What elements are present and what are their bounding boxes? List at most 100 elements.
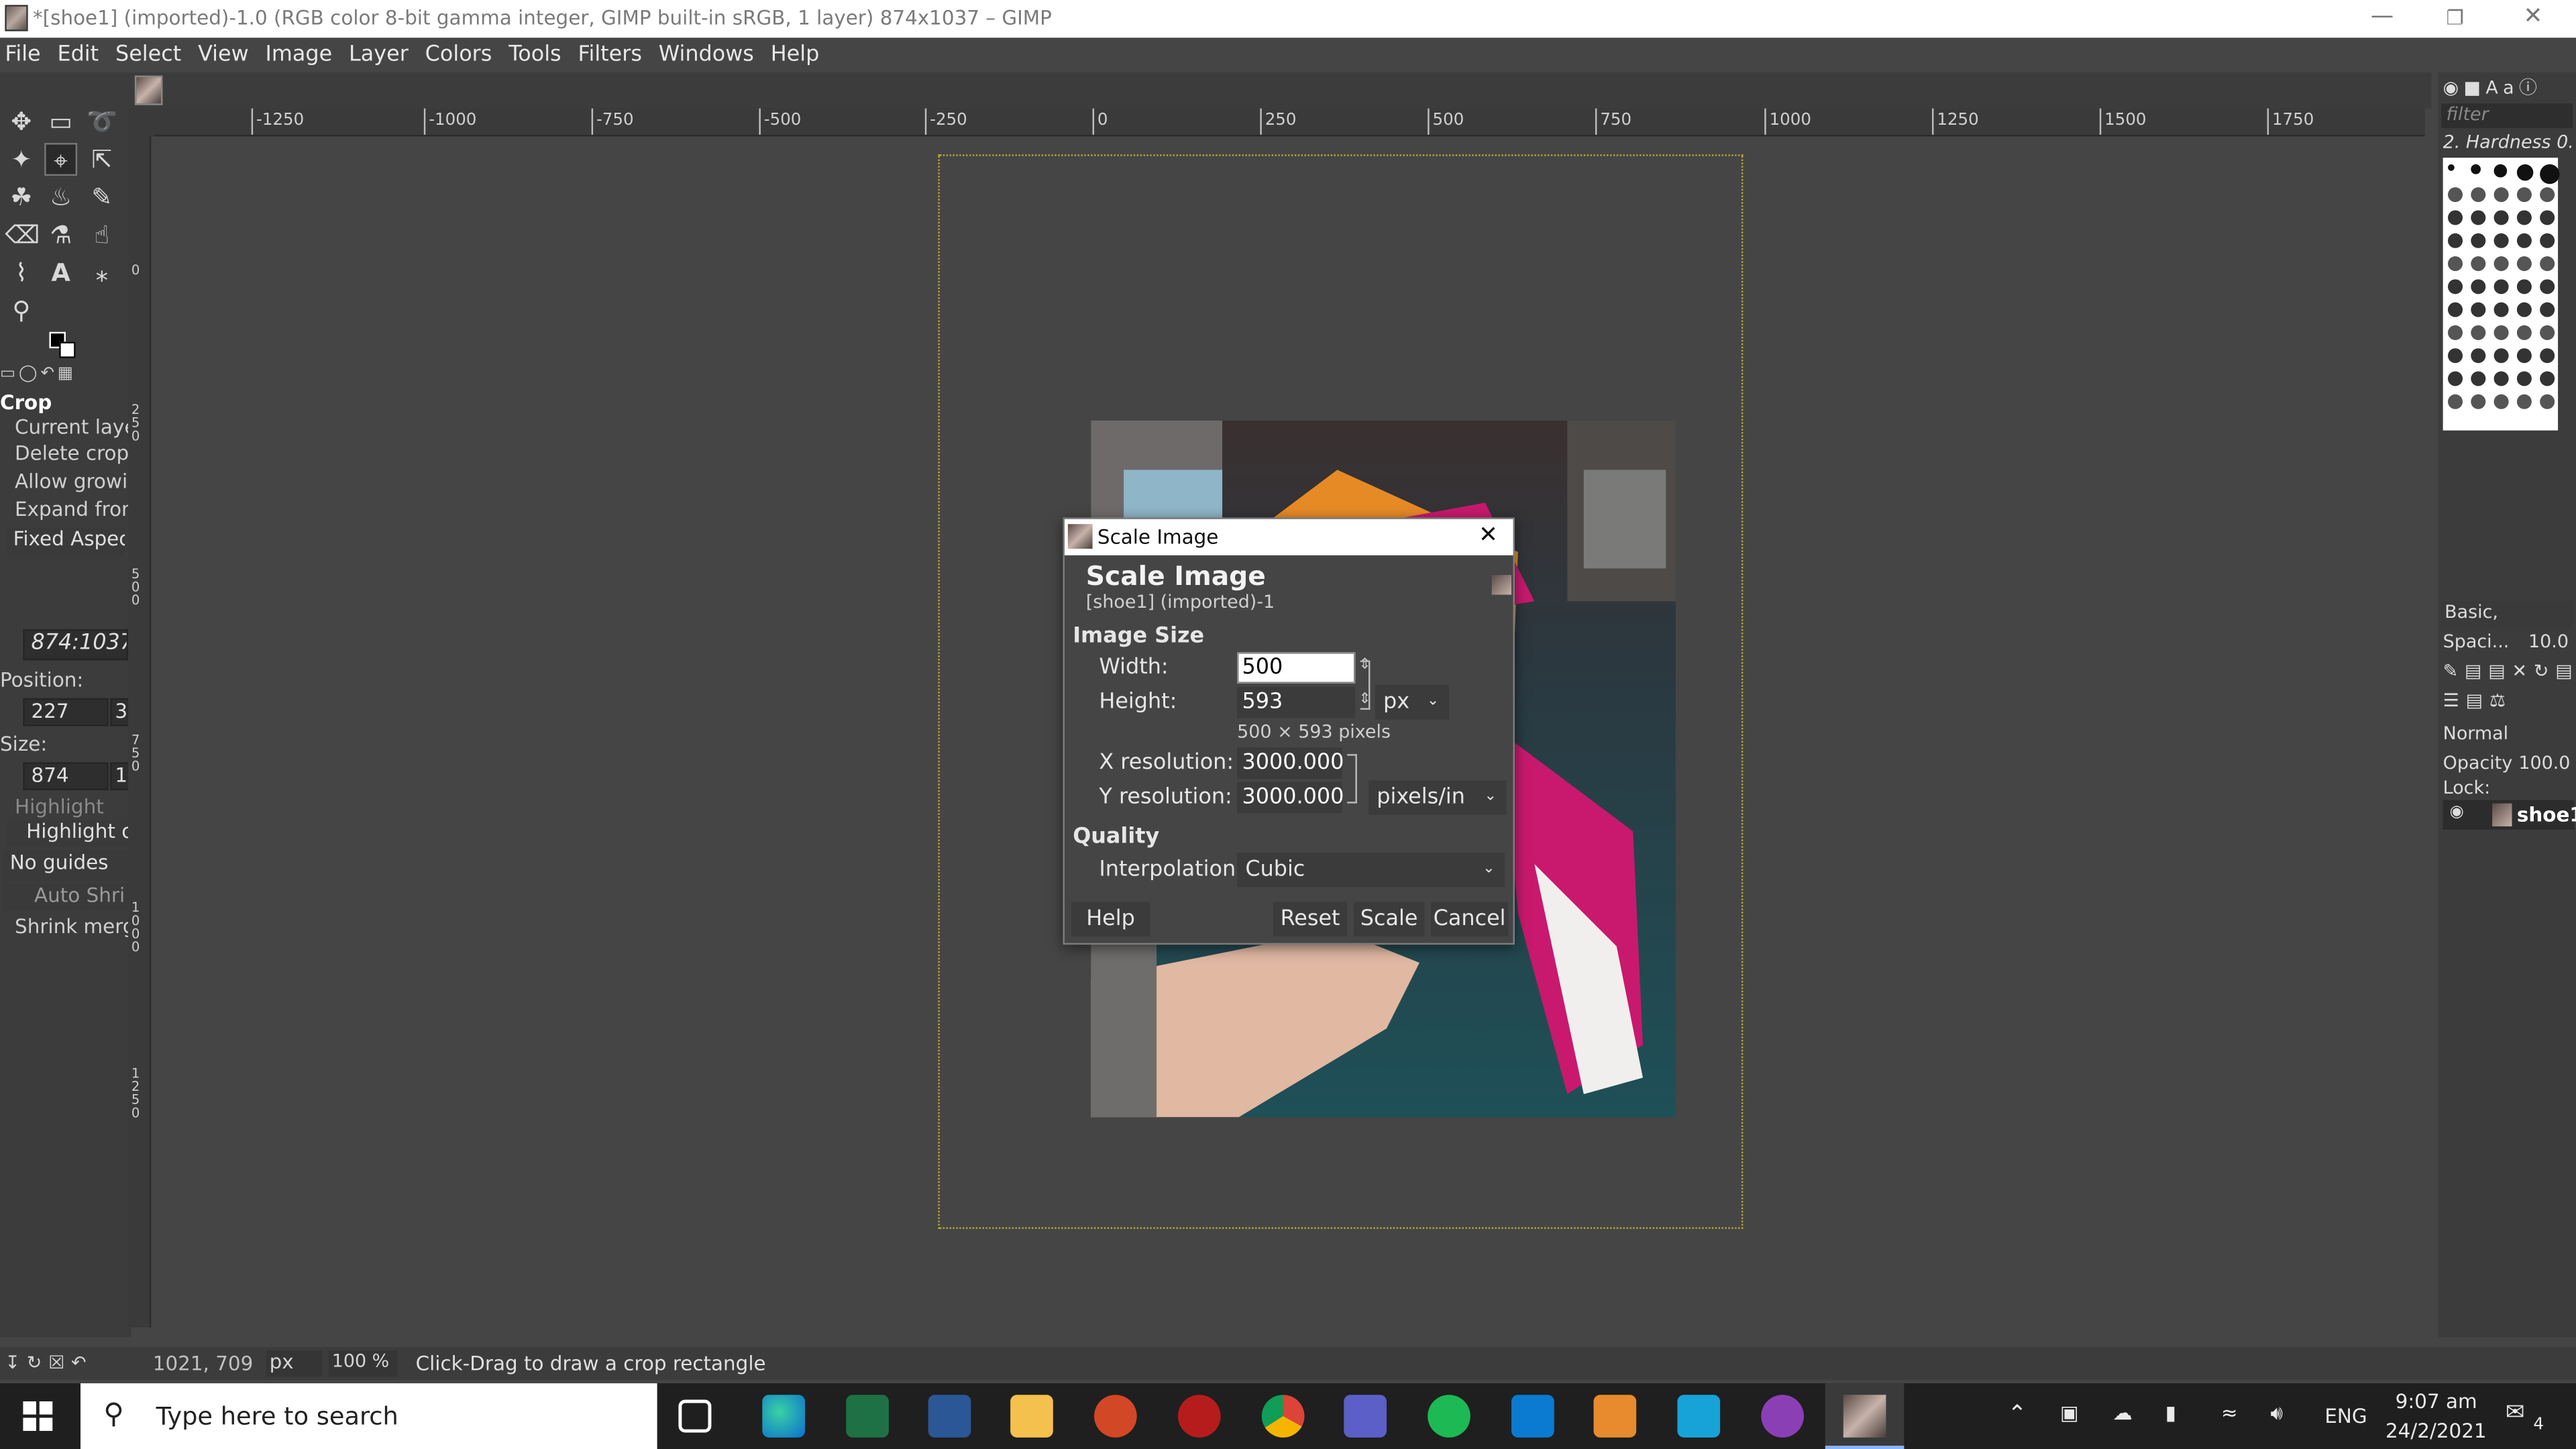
brush-preset[interactable] (2448, 233, 2463, 248)
height-input[interactable]: 593 (1237, 686, 1356, 718)
menu-colors[interactable]: Colors (425, 40, 492, 68)
status-icons[interactable]: ↧↻☒↶ (5, 1352, 93, 1374)
brush-preset[interactable] (2516, 302, 2532, 317)
brush-preset[interactable] (2493, 164, 2508, 178)
brush-preset[interactable] (2493, 302, 2509, 317)
brush-preset[interactable] (2516, 394, 2532, 409)
chevron-up-icon[interactable]: ⌃ (2008, 1401, 2027, 1428)
edge-icon[interactable] (762, 1395, 806, 1438)
brush-preset[interactable] (2516, 371, 2532, 386)
resolution-chain-link-icon[interactable] (1347, 754, 1357, 804)
teams-icon[interactable] (1344, 1395, 1387, 1438)
brush-preset[interactable] (2471, 256, 2486, 272)
taskbar-search-box[interactable]: ⚲ Type here to search (80, 1383, 657, 1449)
brush-preset[interactable] (2448, 394, 2463, 409)
rect-select-tool-icon[interactable]: ▭ (44, 105, 77, 138)
brush-preset[interactable] (2540, 325, 2555, 340)
transform-tool-icon[interactable]: ⇱ (85, 143, 118, 176)
size-height-field[interactable]: 1 (110, 762, 130, 790)
brush-filter-input[interactable]: filter (2441, 103, 2573, 129)
size-chain-link-icon[interactable] (1360, 660, 1371, 710)
expand-from-center-checkbox[interactable]: Expand from (0, 498, 128, 524)
restore-icon[interactable]: ❐ (2447, 7, 2464, 30)
menu-image[interactable]: Image (265, 40, 332, 68)
brush-preset[interactable] (2471, 164, 2481, 174)
paintbrush-tool-icon[interactable]: ✎ (85, 180, 118, 213)
fuzzy-select-tool-icon[interactable]: ✦ (5, 143, 38, 176)
auto-shrink-button[interactable]: Auto Shri (3, 883, 129, 910)
brush-preset[interactable] (2516, 279, 2532, 294)
clock-date[interactable]: 24/2/2021 (2385, 1419, 2487, 1442)
image-tab-thumbnail[interactable] (134, 75, 163, 105)
language-indicator[interactable]: ENG (2324, 1405, 2367, 1428)
garena-icon[interactable] (1177, 1395, 1221, 1438)
chrome-icon[interactable] (1261, 1395, 1305, 1438)
crop-tool-icon[interactable]: ⌖ (44, 143, 78, 176)
brush-preset[interactable] (2540, 371, 2555, 386)
spacing-value[interactable]: 10.0 (2528, 631, 2569, 652)
size-unit-dropdown[interactable]: px ⌄ (1375, 685, 1450, 720)
brush-preset[interactable] (2471, 210, 2486, 225)
meet-now-icon[interactable]: ▣ (2060, 1401, 2079, 1424)
paths-tool-icon[interactable]: ⌇ (5, 256, 38, 289)
brush-preset[interactable] (2516, 187, 2532, 203)
brush-preset[interactable] (2540, 164, 2560, 184)
bucket-fill-tool-icon[interactable]: ♨ (44, 180, 77, 213)
file-explorer-icon[interactable] (1010, 1395, 1053, 1438)
onedrive-icon[interactable]: ☁ (2112, 1401, 2132, 1424)
windows-start-icon[interactable] (23, 1401, 53, 1432)
unit-dropdown[interactable]: px (266, 1350, 323, 1377)
menu-tools[interactable]: Tools (508, 40, 561, 68)
brush-preset[interactable] (2493, 348, 2509, 364)
fixed-aspect-checkbox[interactable]: Fixed Aspect (6, 527, 125, 555)
brush-preset[interactable] (2448, 371, 2463, 386)
spotify-icon[interactable] (1428, 1395, 1470, 1438)
shrink-merged-checkbox[interactable]: Shrink merge (0, 915, 128, 941)
width-input[interactable]: 500 (1237, 652, 1356, 684)
brush-grid[interactable] (2443, 158, 2560, 431)
layer-row[interactable]: ◉ shoe1 (2443, 800, 2576, 830)
brush-preset[interactable] (2448, 348, 2463, 364)
reset-button[interactable]: Reset (1273, 902, 1348, 936)
brush-preset[interactable] (2471, 325, 2486, 340)
vertical-ruler[interactable]: 0 250 500 750 1000 1250 (128, 136, 152, 1328)
position-x-field[interactable]: 227 (23, 698, 109, 727)
task-view-icon[interactable] (678, 1399, 712, 1433)
move-tool-icon[interactable]: ✥ (5, 105, 38, 138)
brush-preset[interactable] (2471, 371, 2486, 386)
background-color-swatch[interactable] (59, 341, 76, 358)
clock-time[interactable]: 9:07 am (2396, 1390, 2477, 1413)
help-button[interactable]: Help (1071, 902, 1150, 936)
menu-windows[interactable]: Windows (659, 40, 754, 68)
brush-preset[interactable] (2448, 256, 2463, 272)
brush-preset[interactable] (2540, 302, 2555, 317)
menu-filters[interactable]: Filters (578, 40, 641, 68)
brush-preset[interactable] (2516, 164, 2534, 181)
delete-cropped-checkbox[interactable]: Delete croppe (0, 442, 128, 468)
layer-tabs-icons[interactable]: ☰▤⚖ (2443, 690, 2512, 712)
brush-preset[interactable] (2493, 256, 2509, 272)
interpolation-dropdown[interactable]: Cubic ⌄ (1237, 853, 1505, 888)
lasso-tool-icon[interactable]: ➰ (85, 105, 118, 138)
brush-preset[interactable] (2448, 325, 2463, 340)
brush-preset[interactable] (2448, 302, 2463, 317)
brush-preset[interactable] (2493, 187, 2509, 203)
menu-select[interactable]: Select (115, 40, 181, 68)
zoom-tool-icon[interactable]: ⚲ (5, 294, 38, 327)
highlight-checkbox[interactable]: Highlight (0, 795, 128, 821)
brush-preset[interactable] (2493, 371, 2509, 386)
brush-preset[interactable] (2448, 279, 2463, 294)
color-picker-tool-icon[interactable]: ⁎ (85, 256, 118, 289)
brush-preset[interactable] (2540, 256, 2555, 272)
brush-preset[interactable] (2471, 348, 2486, 364)
brush-preset[interactable] (2540, 187, 2555, 203)
brush-preset[interactable] (2516, 325, 2532, 340)
dialog-close-icon[interactable]: ✕ (1479, 523, 1498, 549)
aspect-ratio-field[interactable]: 874:1037 (23, 629, 129, 661)
brush-preset[interactable] (2448, 164, 2455, 171)
snipping-tool-icon[interactable] (1511, 1395, 1554, 1438)
position-y-field[interactable]: 3 (110, 698, 130, 727)
brush-preset[interactable] (2540, 279, 2555, 294)
preset-dropdown[interactable]: Basic, (2441, 601, 2573, 628)
brush-preset[interactable] (2448, 210, 2463, 225)
